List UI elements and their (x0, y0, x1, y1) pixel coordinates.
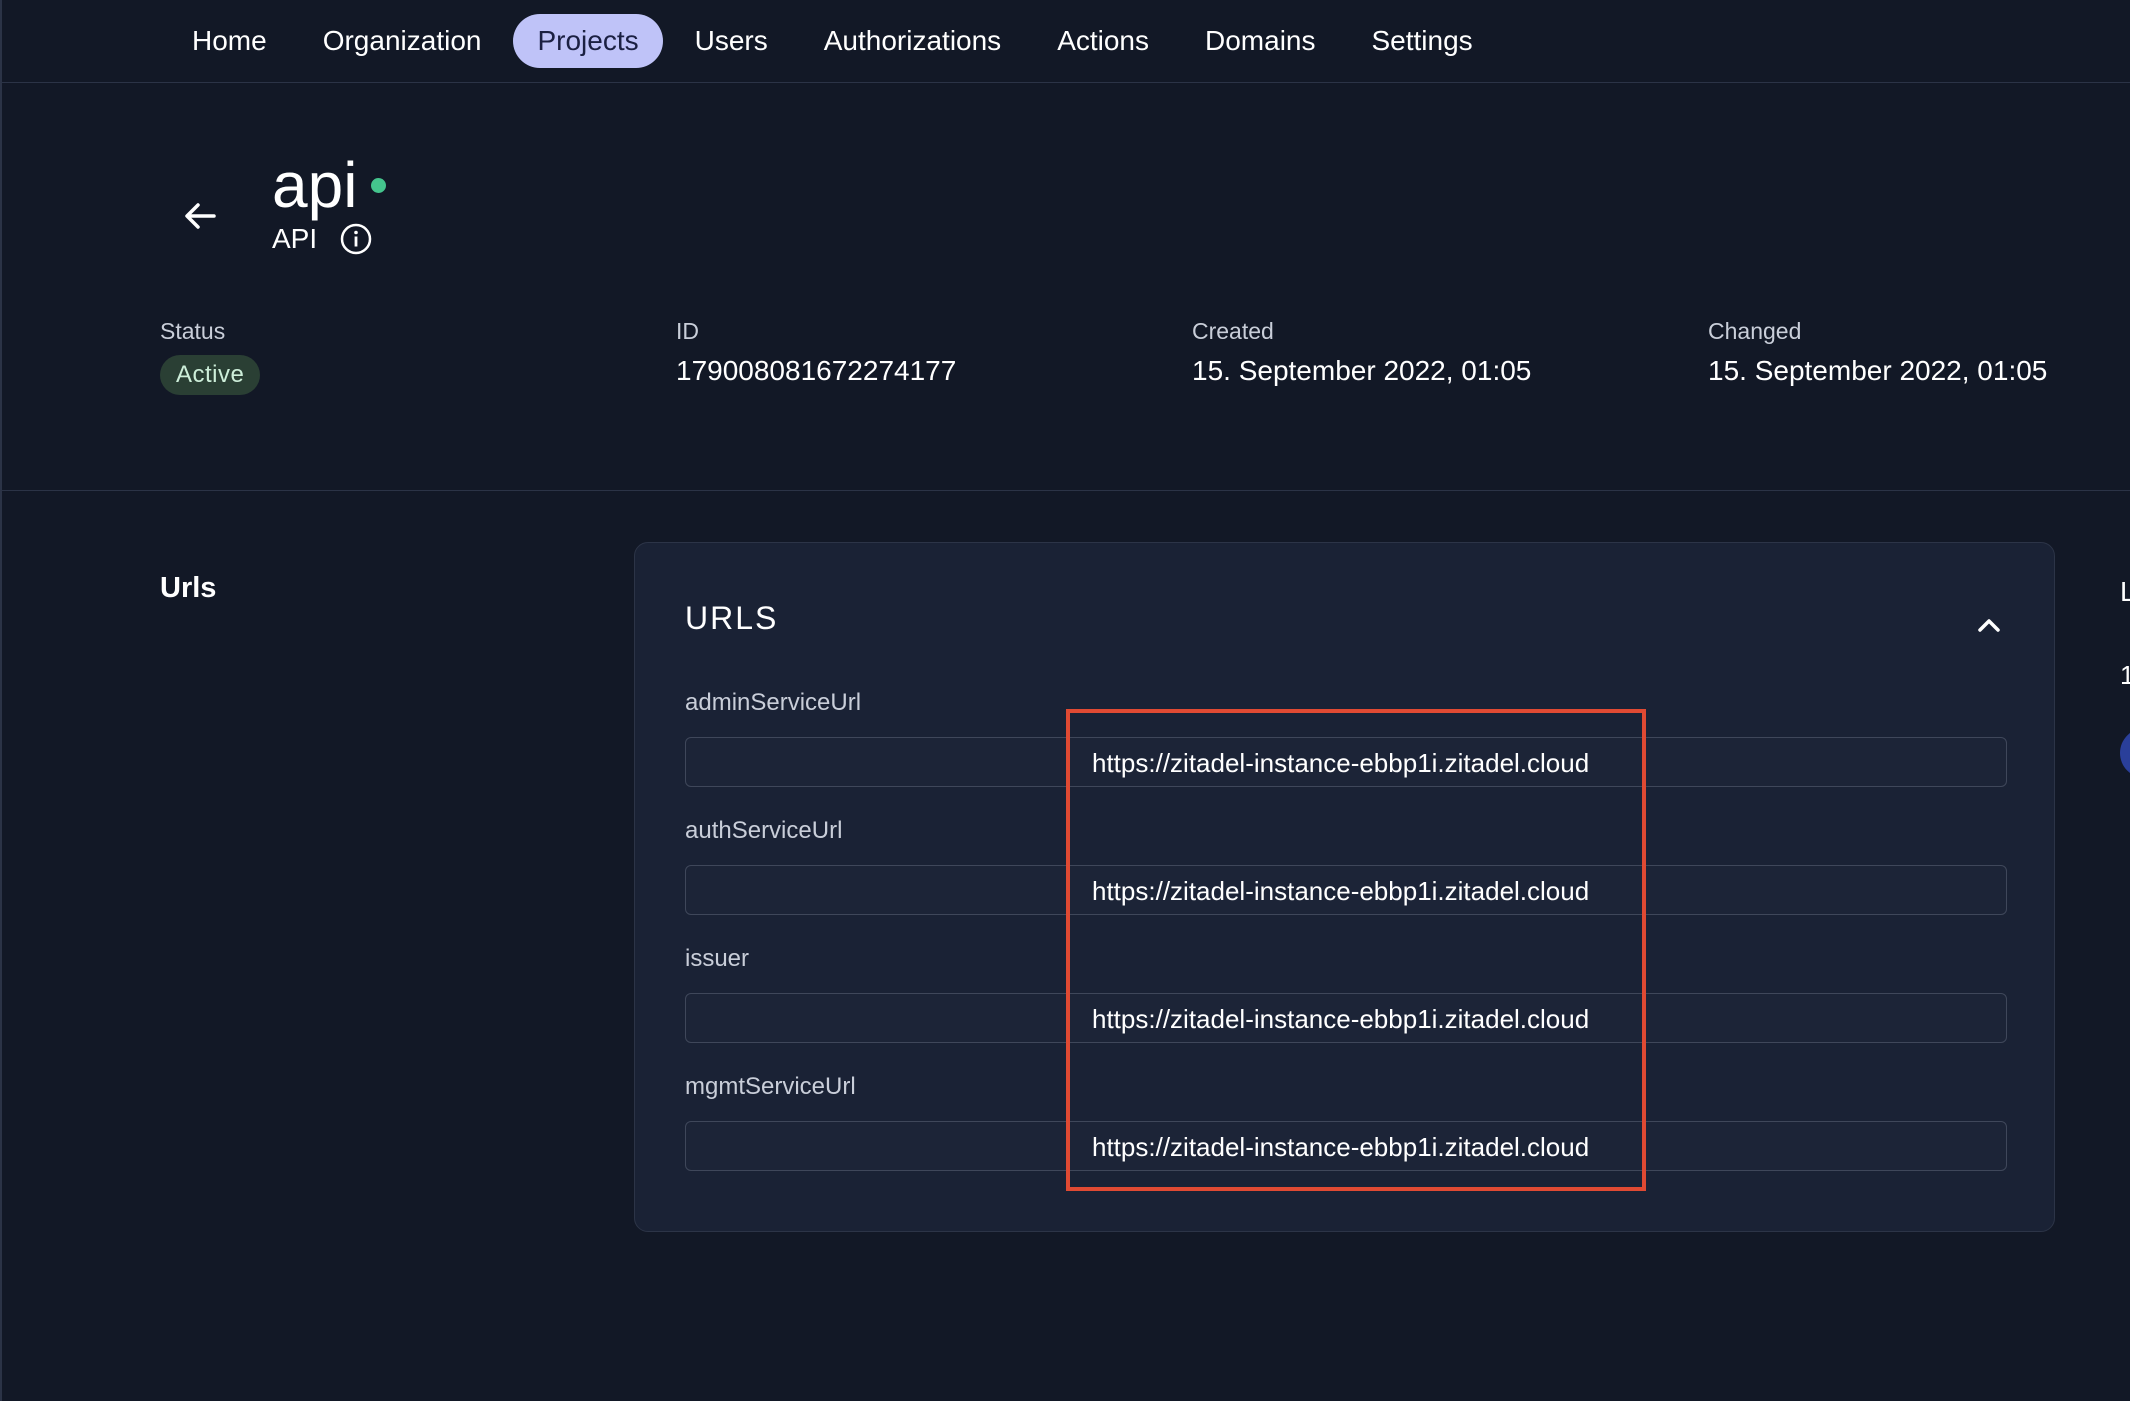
title-block: api API (272, 149, 387, 256)
field-value: https://zitadel-instance-ebbp1i.zitadel.… (1092, 876, 1590, 906)
status-dot (371, 178, 387, 193)
back-button[interactable] (176, 192, 224, 240)
nav-item-home[interactable]: Home (168, 14, 291, 68)
nav-item-domains[interactable]: Domains (1181, 14, 1339, 68)
field-mgmt-service-url: mgmtServiceUrl https://zitadel-instance-… (685, 1073, 2007, 1171)
clipped-right-button[interactable] (2120, 728, 2130, 778)
arrow-left-icon (185, 203, 216, 229)
nav-item-actions[interactable]: Actions (1033, 14, 1173, 68)
info-icon[interactable] (339, 222, 373, 256)
nav-item-settings[interactable]: Settings (1348, 14, 1497, 68)
meta-created: Created 15. September 2022, 01:05 (1192, 318, 1531, 387)
urls-card: URLS adminServiceUrl https://zitadel-ins… (634, 542, 2055, 1232)
issuer-input[interactable]: https://zitadel-instance-ebbp1i.zitadel.… (685, 993, 2007, 1043)
field-admin-service-url: adminServiceUrl https://zitadel-instance… (685, 689, 2007, 787)
auth-service-url-input[interactable]: https://zitadel-instance-ebbp1i.zitadel.… (685, 865, 2007, 915)
meta-changed: Changed 15. September 2022, 01:05 (1708, 318, 2047, 387)
admin-service-url-input[interactable]: https://zitadel-instance-ebbp1i.zitadel.… (685, 737, 2007, 787)
field-label: issuer (685, 945, 750, 972)
clipped-right-value: 1 (2120, 660, 2130, 690)
id-value: 179008081672274177 (676, 355, 957, 386)
page-subtitle: API (272, 223, 318, 254)
field-label: mgmtServiceUrl (685, 1073, 856, 1100)
top-navigation: Home Organization Projects Users Authori… (0, 0, 2130, 83)
nav-item-projects[interactable]: Projects (513, 14, 663, 68)
changed-label: Changed (1708, 318, 1802, 344)
meta-id: ID 179008081672274177 (676, 318, 956, 387)
chevron-up-icon (1978, 619, 2000, 632)
status-badge: Active (160, 355, 261, 395)
nav-item-users[interactable]: Users (671, 14, 792, 68)
created-value: 15. September 2022, 01:05 (1192, 355, 1532, 386)
field-label: adminServiceUrl (685, 689, 862, 716)
status-label: Status (160, 318, 226, 344)
field-auth-service-url: authServiceUrl https://zitadel-instance-… (685, 817, 2007, 915)
field-issuer: issuer https://zitadel-instance-ebbp1i.z… (685, 945, 2007, 1043)
card-title: URLS (685, 600, 779, 636)
page-title: api (272, 149, 358, 221)
clipped-right-label: L (2120, 576, 2130, 607)
nav-item-authorizations[interactable]: Authorizations (800, 14, 1025, 68)
mgmt-service-url-input[interactable]: https://zitadel-instance-ebbp1i.zitadel.… (685, 1121, 2007, 1171)
nav-item-organization[interactable]: Organization (299, 14, 506, 68)
field-label: authServiceUrl (685, 817, 843, 844)
project-header (0, 83, 2130, 491)
field-value: https://zitadel-instance-ebbp1i.zitadel.… (1092, 748, 1590, 778)
created-label: Created (1192, 318, 1274, 344)
id-label: ID (676, 318, 699, 344)
field-value: https://zitadel-instance-ebbp1i.zitadel.… (1092, 1132, 1590, 1162)
changed-value: 15. September 2022, 01:05 (1708, 355, 2048, 386)
section-label-urls: Urls (160, 572, 217, 604)
collapse-button[interactable] (1967, 603, 2011, 647)
field-value: https://zitadel-instance-ebbp1i.zitadel.… (1092, 1004, 1590, 1034)
meta-status: Status Active (160, 318, 261, 395)
